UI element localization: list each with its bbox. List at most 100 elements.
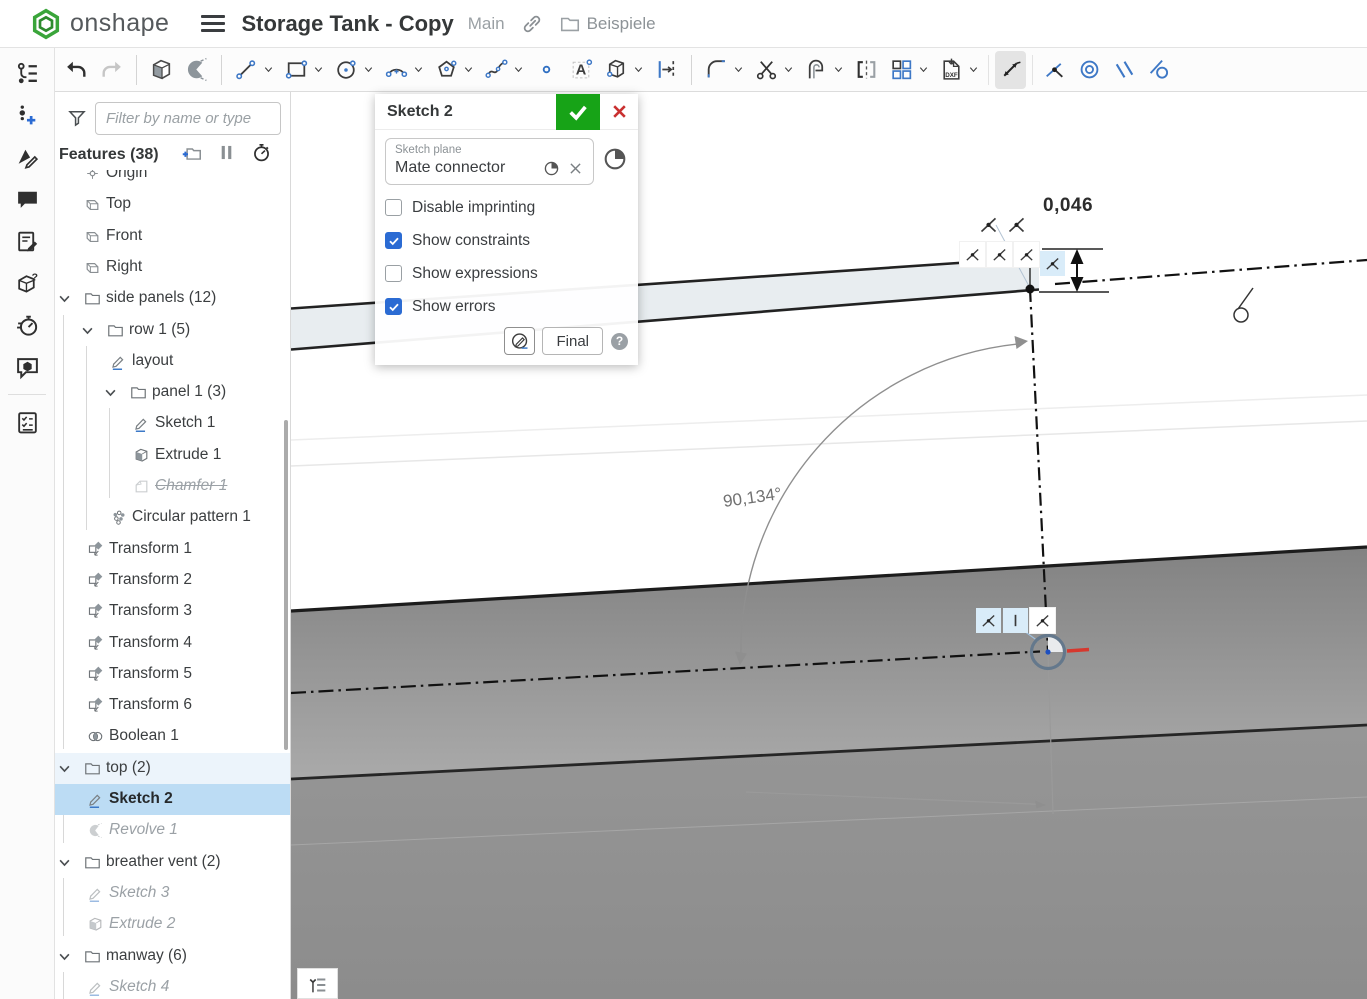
mate-connector-center[interactable] xyxy=(1045,649,1051,655)
tree-item-panel-1-3[interactable]: panel 1 (3) xyxy=(55,377,290,408)
tree-item-top-2[interactable]: top (2) xyxy=(55,752,290,784)
chevron-down-icon[interactable] xyxy=(783,64,794,75)
main-menu-button[interactable] xyxy=(201,11,226,36)
insert-panel-button[interactable] xyxy=(0,94,55,136)
checkbox-show-expressions[interactable]: Show expressions xyxy=(385,257,628,290)
chevron-down-icon[interactable] xyxy=(918,64,929,75)
checkbox-box[interactable] xyxy=(385,199,402,216)
chevron-down-icon[interactable] xyxy=(633,64,644,75)
workspace-branch-label[interactable]: Main xyxy=(468,14,505,34)
tangent-tool-button[interactable] xyxy=(1144,51,1175,89)
tree-item-transform-2[interactable]: Transform 2 xyxy=(55,565,290,596)
use-tool-button[interactable] xyxy=(601,51,647,89)
tree-item-manway-6[interactable]: manway (6) xyxy=(55,941,290,972)
chevron-down-icon[interactable] xyxy=(513,64,524,75)
rollback-pie-button[interactable] xyxy=(602,146,628,177)
cancel-button[interactable] xyxy=(600,94,638,130)
tree-item-front[interactable]: Front xyxy=(55,221,290,252)
constraint-glyph-pierce[interactable] xyxy=(976,212,1001,237)
sketch-plane-value[interactable]: Mate connector xyxy=(395,159,536,177)
panel-scrollbar[interactable] xyxy=(284,420,288,750)
constraint-badge-pierce[interactable] xyxy=(1013,241,1040,268)
offset-tool-button[interactable] xyxy=(801,51,847,89)
show-sketch-only-button[interactable] xyxy=(504,327,536,355)
tree-item-breather-vent-2[interactable]: breather vent (2) xyxy=(55,847,290,878)
chevron-down-icon[interactable] xyxy=(833,64,844,75)
chevron-down-icon[interactable] xyxy=(733,64,744,75)
extrude-solid-tool-button[interactable] xyxy=(146,51,177,89)
performance-panel-button[interactable] xyxy=(0,304,55,346)
tree-item-sketch-4[interactable]: Sketch 4 xyxy=(55,972,290,999)
spline-tool-button[interactable] xyxy=(481,51,527,89)
chevron-down-icon[interactable] xyxy=(57,291,72,306)
final-button[interactable]: Final xyxy=(542,327,603,355)
revolve-solid-tool-button[interactable] xyxy=(181,51,212,89)
chevron-down-icon[interactable] xyxy=(103,385,118,400)
centerline-right[interactable] xyxy=(1054,258,1367,286)
checkbox-disable-imprinting[interactable]: Disable imprinting xyxy=(385,191,628,224)
checkbox-show-constraints[interactable]: Show constraints xyxy=(385,224,628,257)
rectangle-tool-button[interactable] xyxy=(281,51,327,89)
feedback-panel-button[interactable] xyxy=(0,346,55,388)
undo-tool-button[interactable] xyxy=(61,51,92,89)
document-location[interactable]: Beispiele xyxy=(587,14,656,34)
dxf-tool-button[interactable] xyxy=(936,51,982,89)
tree-item-side-panels-12[interactable]: side panels (12) xyxy=(55,283,290,314)
tree-item-revolve-1[interactable]: Revolve 1 xyxy=(55,815,290,846)
tree-item-sketch-1[interactable]: Sketch 1 xyxy=(55,408,290,439)
coincident-tool-button[interactable] xyxy=(1039,51,1070,89)
constraint-badge-pierce-highlight[interactable] xyxy=(976,608,1001,633)
concentric-tool-button[interactable] xyxy=(1074,51,1105,89)
comment-panel-button[interactable] xyxy=(0,178,55,220)
dimension-tool-button[interactable] xyxy=(995,50,1026,89)
arc-tool-button[interactable] xyxy=(381,51,427,89)
chevron-down-icon[interactable] xyxy=(413,64,424,75)
help-icon[interactable]: ? xyxy=(611,332,628,350)
constraint-badge-pierce[interactable] xyxy=(959,241,986,268)
clear-selection-icon[interactable] xyxy=(567,160,584,177)
filter-icon[interactable] xyxy=(67,108,87,128)
checkbox-show-errors[interactable]: Show errors xyxy=(385,290,628,323)
chevron-down-icon[interactable] xyxy=(463,64,474,75)
constraint-badge-vertical[interactable] xyxy=(1003,608,1028,633)
pie-clock-icon[interactable] xyxy=(543,160,560,177)
chevron-down-icon[interactable] xyxy=(57,949,72,964)
suspend-button[interactable] xyxy=(216,142,237,168)
redo-tool-button[interactable] xyxy=(96,51,127,89)
new-folder-button[interactable] xyxy=(181,142,202,168)
chevron-down-icon[interactable] xyxy=(57,855,72,870)
tree-item-sketch-3[interactable]: Sketch 3 xyxy=(55,878,290,909)
tree-item-circular-pattern-1[interactable]: Circular pattern 1 xyxy=(55,502,290,533)
filter-input[interactable] xyxy=(95,101,281,135)
checklist-panel-button[interactable] xyxy=(0,401,55,443)
sketch-plane-field[interactable]: Sketch plane Mate connector xyxy=(385,138,594,185)
checkbox-box[interactable] xyxy=(385,265,402,282)
markup-panel-button[interactable] xyxy=(0,136,55,178)
text-tool-button[interactable] xyxy=(566,51,597,89)
chevron-down-icon[interactable] xyxy=(313,64,324,75)
parallel-tool-button[interactable] xyxy=(1109,51,1140,89)
sketch-point[interactable] xyxy=(1025,284,1035,294)
trim-tool-button[interactable] xyxy=(751,51,797,89)
constraint-badge-pierce[interactable] xyxy=(986,241,1013,268)
share-link-icon[interactable] xyxy=(521,13,543,35)
stopwatch-button[interactable] xyxy=(251,142,272,168)
tree-item-boolean-1[interactable]: Boolean 1 xyxy=(55,721,290,752)
checkbox-box[interactable] xyxy=(385,232,402,249)
constraint-badge-pierce[interactable] xyxy=(1029,607,1056,634)
sketch-list-toggle[interactable] xyxy=(297,968,338,999)
tree-item-transform-3[interactable]: Transform 3 xyxy=(55,596,290,627)
tree-item-extrude-1[interactable]: Extrude 1 xyxy=(55,440,290,471)
dim-extend-tool-button[interactable] xyxy=(651,51,682,89)
part-help-panel-button[interactable] xyxy=(0,262,55,304)
chevron-down-icon[interactable] xyxy=(57,761,72,776)
tree-item-layout[interactable]: layout xyxy=(55,346,290,377)
pattern-tool-button[interactable] xyxy=(886,51,932,89)
constraint-badge-pierce-highlight[interactable] xyxy=(1040,251,1065,276)
tree-item-top[interactable]: Top xyxy=(55,189,290,220)
tree-item-sketch-2[interactable]: Sketch 2 xyxy=(55,784,290,815)
tree-item-transform-5[interactable]: Transform 5 xyxy=(55,659,290,690)
point-tool-button[interactable] xyxy=(531,51,562,89)
polygon-tool-button[interactable] xyxy=(431,51,477,89)
accept-button[interactable] xyxy=(556,93,600,130)
